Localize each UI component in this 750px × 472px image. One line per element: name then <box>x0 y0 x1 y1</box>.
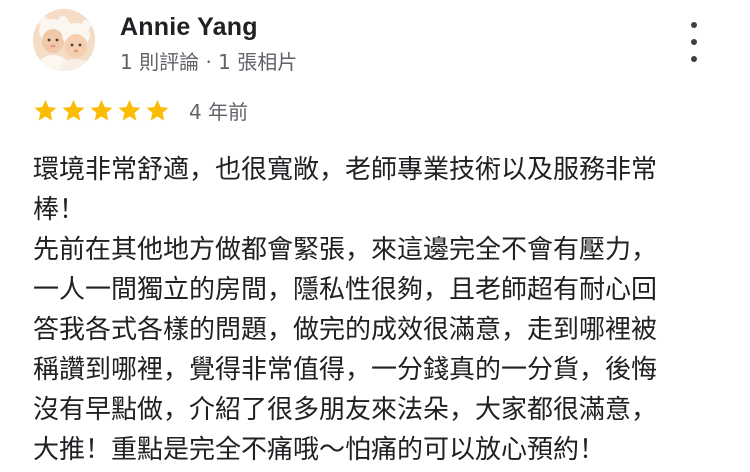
star-icon <box>146 99 169 121</box>
star-icon <box>118 99 141 121</box>
more-options-button[interactable] <box>681 22 707 62</box>
star-icon <box>90 99 113 121</box>
review-text-line: 答我各式各樣的問題，做完的成效很滿意，走到哪裡被 <box>33 315 658 345</box>
review-text: 環境非常舒適，也很寬敞，老師專業技術以及服務非常 棒！ 先前在其他地方做都會緊張，來… <box>33 150 723 470</box>
author-review-count: 1 則評論 · 1 張相片 <box>120 50 298 74</box>
review-text-line: 先前在其他地方做都會緊張，來這邊完全不會有壓力， <box>33 235 658 265</box>
star-icon <box>62 99 85 121</box>
more-vert-icon-dot-3 <box>691 56 697 62</box>
author-name[interactable]: Annie Yang <box>120 13 258 42</box>
review-text-line: 環境非常舒適，也很寬敞，老師專業技術以及服務非常 <box>33 155 658 185</box>
review-text-line: 沒有早點做，介紹了很多朋友來法朵，大家都很滿意， <box>33 395 658 425</box>
rating-row: 4 年前 <box>33 95 248 125</box>
review-text-line: 一人一間獨立的房間，隱私性很夠，且老師超有耐心回 <box>33 275 658 305</box>
baby-photo-icon <box>33 9 95 71</box>
star-icon <box>34 99 57 121</box>
review-header: Annie Yang 1 則評論 · 1 張相片 <box>33 8 723 74</box>
author-avatar[interactable] <box>33 9 95 71</box>
review-text-line: 稱讚到哪裡，覺得非常值得，一分錢真的一分貨，後悔 <box>33 355 658 385</box>
more-vert-icon-dot-2 <box>691 39 697 45</box>
star-rating <box>33 98 170 123</box>
review-text-line: 大推！重點是完全不痛哦～怕痛的可以放心預約！ <box>33 435 606 465</box>
review-age: 4 年前 <box>189 99 249 124</box>
review-text-line: 棒！ <box>33 195 86 225</box>
more-vert-icon <box>691 22 697 28</box>
